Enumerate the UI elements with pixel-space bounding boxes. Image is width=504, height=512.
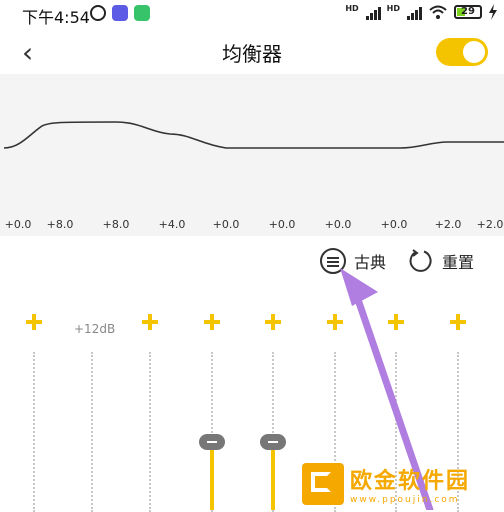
status-bar: 下午4:54 HD HD 29 [0, 0, 504, 28]
eq-curve [3, 121, 504, 149]
band-slider-track[interactable] [33, 352, 35, 512]
wifi-icon [429, 5, 447, 19]
band-value: +4.0 [158, 218, 186, 231]
page-title: 均衡器 [222, 42, 282, 66]
band-value: +0.0 [380, 218, 408, 231]
band-increase-button[interactable] [140, 312, 160, 332]
hd-label: HD [386, 4, 400, 13]
band-increase-button[interactable] [24, 312, 44, 332]
status-left-icons [90, 5, 150, 21]
battery-icon: 29 [454, 5, 482, 19]
band-increase-button[interactable] [202, 312, 222, 332]
band-increase-button[interactable] [263, 312, 283, 332]
signal-icon [365, 4, 381, 20]
eq-actions: 古典 重置 [320, 244, 474, 278]
band-slider-fill [210, 448, 214, 510]
watermark-logo-icon [302, 463, 344, 505]
band-value: +0.0 [324, 218, 352, 231]
band-value: +2.0 [476, 218, 504, 231]
band-value: +2.0 [434, 218, 462, 231]
watermark: 欧金软件园 www.ppoujin.com [302, 458, 504, 510]
band-increase-button[interactable] [325, 312, 345, 332]
watermark-url: www.ppoujin.com [350, 495, 460, 505]
band-values: +0.0 +8.0 +8.0 +4.0 +0.0 +0.0 +0.0 +0.0 … [0, 218, 504, 234]
band-value: +0.0 [212, 218, 240, 231]
preset-label: 古典 [354, 253, 387, 272]
battery-level: 29 [461, 6, 475, 17]
band-value: +0.0 [4, 218, 32, 231]
hd-label: HD [345, 4, 359, 13]
charging-icon [489, 4, 497, 20]
band-slider-thumb[interactable] [260, 434, 286, 450]
band-slider-track[interactable] [149, 352, 151, 512]
reset-label: 重置 [442, 253, 475, 272]
signal-icon [407, 4, 422, 20]
band-increase-button[interactable] [386, 312, 406, 332]
watermark-text: 欧金软件园 [350, 469, 471, 494]
toggle-knob [463, 41, 485, 63]
band-increase-button[interactable] [448, 312, 468, 332]
band-value: +0.0 [268, 218, 296, 231]
status-time: 下午4:54 [22, 8, 90, 27]
band-value: +8.0 [102, 218, 130, 231]
preset-button[interactable]: 古典 [320, 248, 386, 274]
band-slider-track[interactable] [91, 352, 93, 512]
preset-list-icon [320, 248, 346, 274]
alarm-icon [90, 5, 106, 21]
app-notification-icon [112, 5, 128, 21]
reset-icon [409, 249, 432, 272]
band-slider-fill [271, 448, 275, 510]
reset-button[interactable]: 重置 [408, 248, 474, 274]
db-max-label: +12dB [74, 322, 116, 336]
header: ‹ 均衡器 [0, 28, 504, 74]
band-value: +8.0 [46, 218, 74, 231]
status-right-icons: HD HD 29 [345, 4, 498, 20]
eq-curve-panel [0, 74, 504, 236]
app-notification-icon [134, 5, 150, 21]
band-slider-thumb[interactable] [199, 434, 225, 450]
equalizer-toggle[interactable] [436, 38, 488, 66]
